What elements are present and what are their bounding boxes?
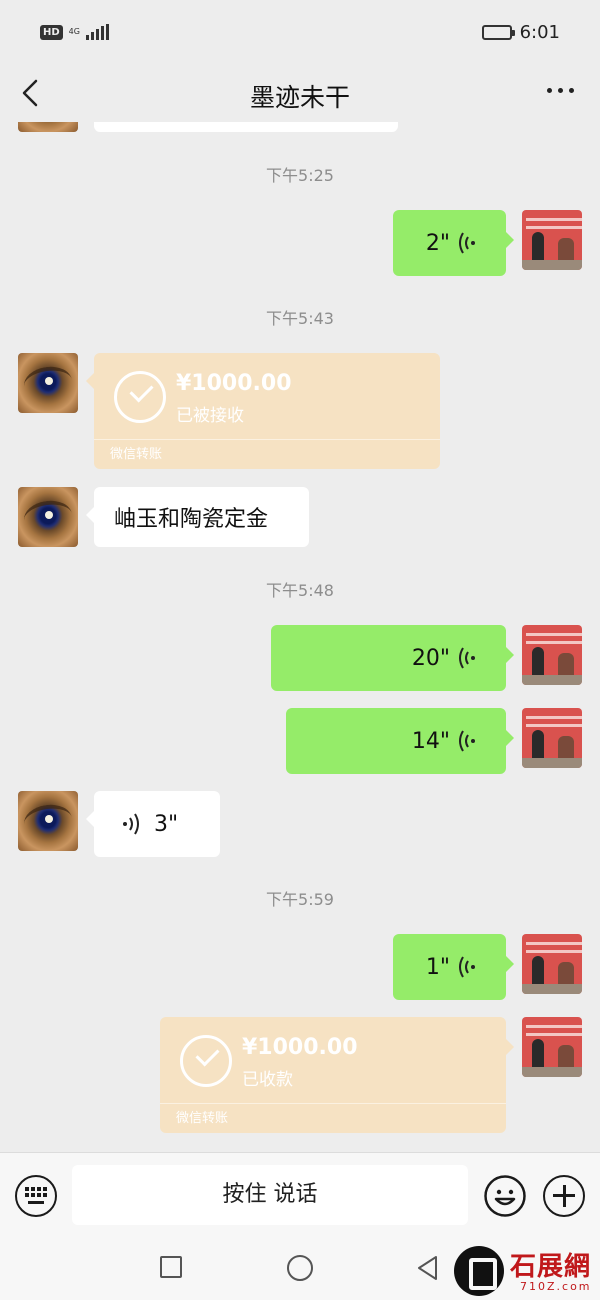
voice-wave-icon	[123, 813, 139, 835]
transfer-status: 已被接收	[176, 406, 244, 426]
avatar-contact[interactable]	[18, 122, 78, 132]
avatar-self[interactable]	[522, 708, 582, 768]
transfer-amount: ¥1000.00	[176, 371, 292, 396]
avatar-self[interactable]	[522, 934, 582, 994]
signal-icon	[85, 24, 109, 40]
emoji-icon[interactable]	[484, 1175, 526, 1217]
input-bar: 按住 说话	[0, 1152, 600, 1240]
voice-duration: 2"	[425, 230, 450, 256]
keyboard-icon[interactable]	[15, 1175, 57, 1217]
status-right: 6:01	[481, 22, 560, 43]
plus-icon[interactable]	[543, 1175, 585, 1217]
text-message-received[interactable]: 岫玉和陶瓷定金	[86, 487, 309, 547]
voice-message-sent[interactable]: 20"	[271, 625, 514, 691]
check-circle-icon	[114, 371, 166, 423]
clock: 6:01	[519, 22, 560, 43]
hold-to-talk-button[interactable]: 按住 说话	[72, 1165, 468, 1225]
watermark-site: 710Z.com	[520, 1280, 592, 1293]
transfer-label: 微信转账	[160, 1103, 506, 1133]
home-icon[interactable]	[287, 1255, 313, 1281]
voice-wave-icon	[459, 232, 475, 254]
voice-duration: 1"	[425, 954, 450, 980]
check-circle-icon	[180, 1035, 232, 1087]
voice-duration: 20"	[411, 645, 450, 671]
message-bubble-partial[interactable]	[94, 122, 398, 132]
transfer-status: 已收款	[242, 1070, 293, 1090]
transfer-card-received[interactable]: ¥1000.00 已被接收 微信转账	[86, 353, 440, 469]
battery-icon	[481, 25, 515, 40]
voice-duration: 3"	[154, 811, 179, 837]
avatar-contact[interactable]	[18, 791, 78, 851]
voice-message-received[interactable]: 3"	[86, 791, 220, 857]
voice-message-sent[interactable]: 1"	[393, 934, 514, 1000]
voice-message-sent[interactable]: 2"	[393, 210, 514, 276]
watermark-logo	[454, 1246, 504, 1296]
transfer-card-sent[interactable]: ¥1000.00 已收款 微信转账	[160, 1017, 514, 1133]
nav-back-icon[interactable]	[414, 1254, 442, 1282]
avatar-contact[interactable]	[18, 353, 78, 413]
network-type: 4G	[68, 27, 80, 36]
message-text: 岫玉和陶瓷定金	[114, 507, 269, 532]
avatar-self[interactable]	[522, 210, 582, 270]
timestamp: 下午5:43	[266, 309, 334, 328]
transfer-amount: ¥1000.00	[242, 1035, 358, 1060]
hd-badge: HD	[40, 24, 63, 40]
voice-wave-icon	[459, 647, 475, 669]
message-list[interactable]: 下午5:25 2" 下午5:43 ¥1000.00 已被接收 微信转账 岫玉和陶…	[0, 122, 600, 1152]
recent-apps-icon[interactable]	[160, 1256, 182, 1278]
avatar-self[interactable]	[522, 625, 582, 685]
voice-wave-icon	[459, 956, 475, 978]
voice-duration: 14"	[411, 728, 450, 754]
watermark-name: 石展網	[510, 1252, 592, 1282]
more-options-icon[interactable]	[547, 88, 574, 93]
avatar-self[interactable]	[522, 1017, 582, 1077]
chat-title: 墨迹未干	[249, 83, 350, 112]
chat-header: 墨迹未干	[0, 66, 600, 122]
timestamp: 下午5:59	[266, 890, 334, 909]
status-bar: HD 4G 6:01	[0, 0, 600, 66]
transfer-label: 微信转账	[94, 439, 440, 469]
timestamp: 下午5:48	[266, 581, 334, 600]
watermark: 石展網 710Z.com	[450, 1240, 600, 1300]
avatar-contact[interactable]	[18, 487, 78, 547]
timestamp: 下午5:25	[266, 166, 334, 185]
voice-wave-icon	[459, 730, 475, 752]
voice-message-sent[interactable]: 14"	[286, 708, 514, 774]
status-left: HD 4G	[40, 24, 109, 40]
